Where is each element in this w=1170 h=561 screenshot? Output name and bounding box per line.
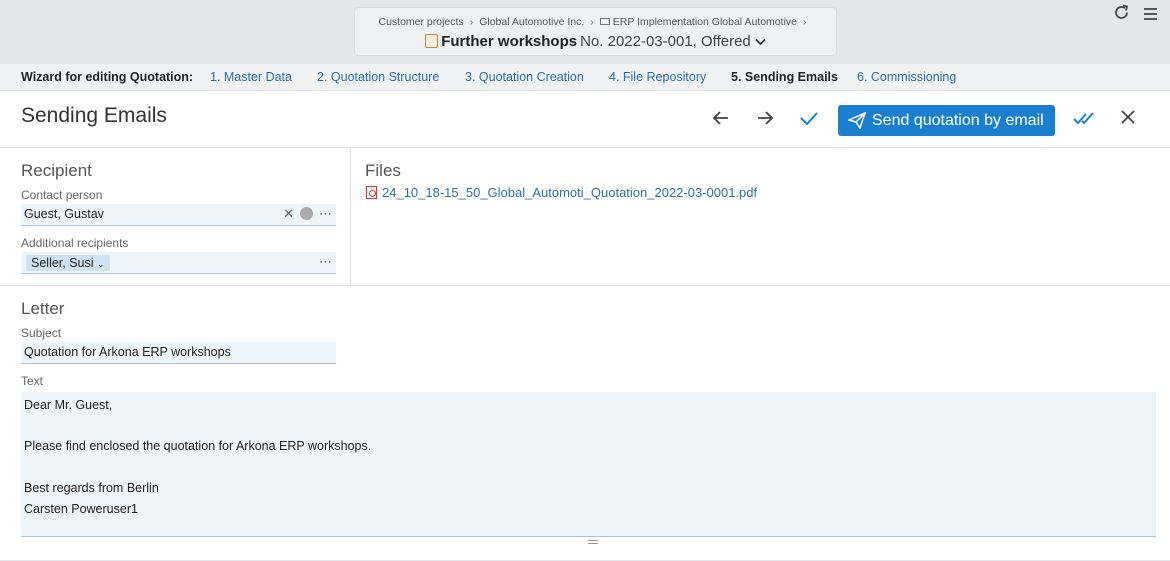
subject-field[interactable]: Quotation for Arkona ERP workshops xyxy=(21,342,336,364)
section-divider-vertical xyxy=(350,148,351,285)
person-check-icon[interactable] xyxy=(300,207,313,220)
top-actions xyxy=(1105,4,1158,26)
wizard-step-file-repository[interactable]: 4. File Repository xyxy=(609,70,706,84)
files-section-title: Files xyxy=(365,161,401,180)
letter-text-area[interactable]: Dear Mr. Guest, Please find enclosed the… xyxy=(21,392,1156,537)
contact-person-field[interactable]: Guest, Gustav ✕ ⋯ xyxy=(21,204,336,226)
more-options-icon[interactable]: ⋯ xyxy=(319,206,332,221)
wizard-step-quotation-creation[interactable]: 3. Quotation Creation xyxy=(465,70,584,84)
arrow-left-icon[interactable] xyxy=(709,108,733,132)
wizard-step-sending-emails[interactable]: 5. Sending Emails xyxy=(731,70,838,84)
resize-grip-icon[interactable] xyxy=(588,540,598,544)
record-title[interactable]: Further workshops No. 2022-03-001, Offere… xyxy=(355,33,836,50)
chevron-down-icon[interactable]: ⌄ xyxy=(97,259,105,269)
page-header: Sending Emails Send quotation by email xyxy=(0,92,1170,148)
record-title-main: Further workshops xyxy=(441,33,578,50)
top-header: Customer projects › Global Automotive Inc.… xyxy=(0,0,1170,64)
contact-field-actions: ✕ ⋯ xyxy=(277,206,332,222)
recipient-chip-label: Seller, Susi xyxy=(31,256,94,270)
letter-section-title: Letter xyxy=(21,299,65,318)
arrow-right-icon[interactable] xyxy=(753,108,777,132)
context-header: Customer projects › Global Automotive Inc.… xyxy=(354,7,837,56)
refresh-icon[interactable] xyxy=(1113,4,1130,26)
wizard-step-quotation-structure[interactable]: 2. Quotation Structure xyxy=(317,70,439,84)
double-check-icon[interactable] xyxy=(1072,108,1096,132)
more-options-icon[interactable]: ⋯ xyxy=(319,254,332,269)
pdf-icon xyxy=(366,186,377,199)
file-name: 24_10_18-15_50_Global_Automoti_Quotation… xyxy=(382,185,758,200)
additional-field-actions: ⋯ xyxy=(313,254,332,270)
close-icon[interactable] xyxy=(1116,108,1140,132)
wizard-step-master-data[interactable]: 1. Master Data xyxy=(210,70,292,84)
breadcrumb-item-project[interactable]: ERP Implementation Global Automotive xyxy=(613,16,797,28)
breadcrumb-separator: › xyxy=(469,16,474,28)
recipient-section-title: Recipient xyxy=(21,161,92,180)
contact-person-value: Guest, Gustav xyxy=(24,207,104,221)
recipient-chip[interactable]: Seller, Susi ⌄ xyxy=(26,255,110,271)
breadcrumb-separator: › xyxy=(803,16,807,28)
folder-icon xyxy=(599,18,610,25)
subject-label: Subject xyxy=(21,326,62,340)
file-link[interactable]: 24_10_18-15_50_Global_Automoti_Quotation… xyxy=(366,185,757,200)
section-divider-horizontal xyxy=(0,285,1170,286)
wizard-step-commissioning[interactable]: 6. Commissioning xyxy=(857,70,956,84)
breadcrumb-item-customer[interactable]: Global Automotive Inc. xyxy=(479,16,584,28)
clear-icon[interactable]: ✕ xyxy=(283,206,294,221)
quotation-icon xyxy=(425,34,439,48)
chevron-down-icon[interactable] xyxy=(755,37,766,49)
send-quotation-label: Send quotation by email xyxy=(872,112,1044,129)
record-title-sub: No. 2022-03-001, Offered xyxy=(580,33,751,50)
text-label: Text xyxy=(21,374,44,388)
additional-recipients-field[interactable]: Seller, Susi ⌄ ⋯ xyxy=(21,252,336,274)
wizard-label: Wizard for editing Quotation: xyxy=(21,70,194,84)
wizard-bar: Wizard for editing Quotation: 1. Master … xyxy=(0,64,1170,91)
paper-plane-icon xyxy=(848,112,866,129)
page-title: Sending Emails xyxy=(21,104,167,127)
additional-recipients-label: Additional recipients xyxy=(21,236,129,250)
breadcrumb: Customer projects › Global Automotive Inc.… xyxy=(355,16,836,28)
send-quotation-button[interactable]: Send quotation by email xyxy=(838,105,1055,136)
checkmark-icon[interactable] xyxy=(797,108,821,132)
contact-person-label: Contact person xyxy=(21,188,103,202)
breadcrumb-item-customer-projects[interactable]: Customer projects xyxy=(378,16,463,28)
hamburger-menu-icon[interactable] xyxy=(1143,6,1158,26)
breadcrumb-separator: › xyxy=(590,16,594,28)
